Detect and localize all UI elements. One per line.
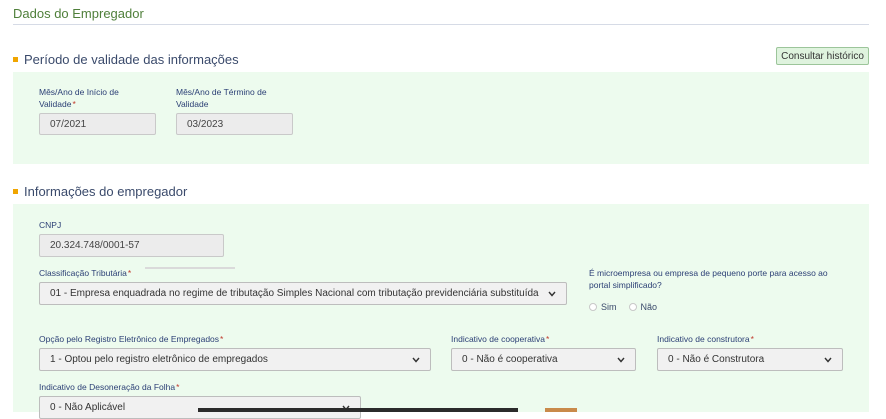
end-validity-input[interactable]: 03/2023 <box>176 113 293 135</box>
start-validity-input[interactable]: 07/2021 <box>39 113 156 135</box>
bottom-strip <box>198 408 518 412</box>
bottom-strip-accent <box>545 408 577 412</box>
micro-question-label: É microempresa ou empresa de pequeno por… <box>589 268 828 290</box>
chevron-down-icon <box>617 357 625 363</box>
employer-section-title: Informações do empregador <box>24 184 188 199</box>
micro-no-label: Não <box>640 302 658 312</box>
page-title: Dados do Empregador <box>13 6 144 21</box>
cnpj-label: CNPJ <box>39 220 62 230</box>
end-validity-label: Mês/Ano de Término de Validade <box>176 87 267 109</box>
chevron-down-icon <box>824 357 832 363</box>
payroll-value: 0 - Não Aplicável <box>50 402 126 413</box>
tax-class-label: Classificação Tributária* <box>39 268 132 278</box>
tax-class-value: 01 - Empresa enquadrada no regime de tri… <box>50 288 539 299</box>
cooperative-select[interactable]: 0 - Não é cooperativa <box>451 348 636 371</box>
section-bullet-icon <box>13 189 18 194</box>
construction-value: 0 - Não é Construtora <box>668 354 765 365</box>
micro-radio-group: Sim Não <box>589 302 657 312</box>
electronic-registry-label: Opção pelo Registro Eletrônico de Empreg… <box>39 334 224 344</box>
construction-select[interactable]: 0 - Não é Construtora <box>657 348 843 371</box>
validity-section-title: Período de validade das informações <box>24 52 239 67</box>
employer-section-header: Informações do empregador <box>13 184 187 199</box>
cooperative-label: Indicativo de cooperativa* <box>451 334 550 344</box>
cooperative-value: 0 - Não é cooperativa <box>462 354 558 365</box>
validity-section-header: Período de validade das informações <box>13 52 239 67</box>
section-bullet-icon <box>13 57 18 62</box>
tax-class-select[interactable]: 01 - Empresa enquadrada no regime de tri… <box>39 282 567 305</box>
decorative-divider <box>145 267 235 269</box>
chevron-down-icon <box>412 357 420 363</box>
title-divider <box>13 24 869 25</box>
validity-panel: Mês/Ano de Início de Validade* 07/2021 M… <box>13 72 869 164</box>
start-validity-label: Mês/Ano de Início de Validade* <box>39 87 119 109</box>
micro-yes-radio[interactable] <box>589 303 597 311</box>
electronic-registry-value: 1 - Optou pelo registro eletrônico de em… <box>50 354 268 365</box>
employer-panel: CNPJ 20.324.748/0001-57 Classificação Tr… <box>13 204 869 419</box>
construction-label: Indicativo de construtora* <box>657 334 754 344</box>
micro-no-radio[interactable] <box>628 303 637 311</box>
chevron-down-icon <box>548 291 556 297</box>
payroll-label: Indicativo de Desoneração da Folha* <box>39 382 180 392</box>
cnpj-input[interactable]: 20.324.748/0001-57 <box>39 234 224 257</box>
electronic-registry-select[interactable]: 1 - Optou pelo registro eletrônico de em… <box>39 348 431 371</box>
micro-yes-label: Sim <box>601 302 617 312</box>
history-button[interactable]: Consultar histórico <box>776 47 869 65</box>
